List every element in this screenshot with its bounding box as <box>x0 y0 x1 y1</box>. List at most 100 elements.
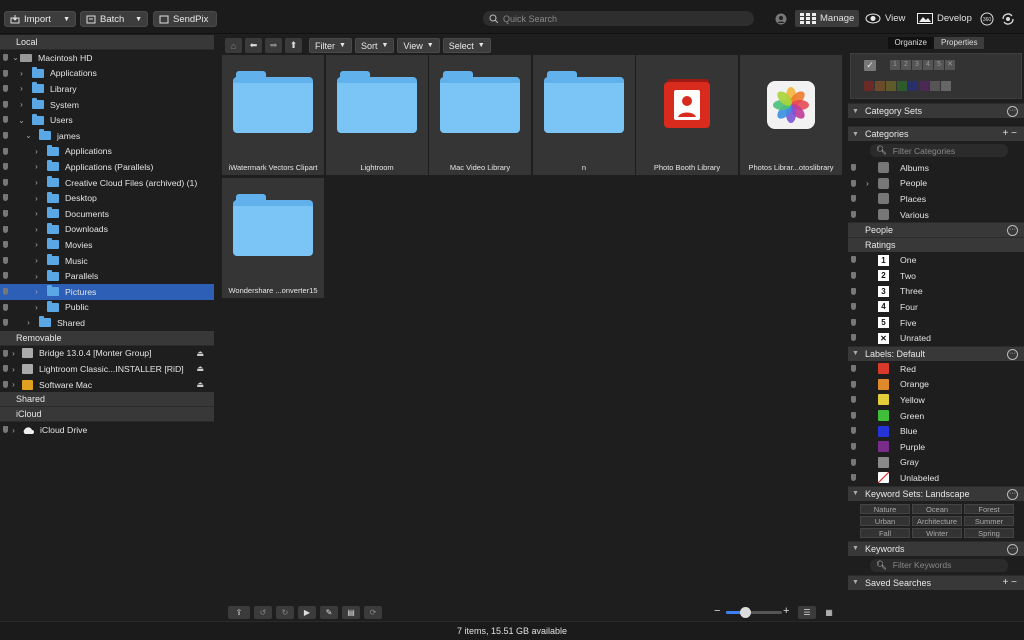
label-item[interactable]: Unlabeled <box>848 470 1024 486</box>
tree-item-system[interactable]: › System <box>0 97 214 113</box>
metadata-button[interactable]: ▤ <box>342 605 360 619</box>
tree-item-applications[interactable]: › Applications <box>0 66 214 82</box>
unrated-icon[interactable]: ✕ <box>945 60 955 70</box>
more-icon[interactable]: ··· <box>1007 225 1018 237</box>
tree-item-macintosh-hd[interactable]: ⌄ Macintosh HD <box>0 50 214 66</box>
user-icon[interactable] <box>775 13 787 25</box>
sort-button[interactable]: Sort ▼ <box>354 38 395 53</box>
tree-item-software-mac[interactable]: › Software Mac ⏏ <box>0 377 214 393</box>
eject-icon[interactable]: ⏏ <box>196 349 204 358</box>
label-swatch-none[interactable] <box>941 81 951 91</box>
filter-categories-input[interactable]: 🔍︎ Filter Categories <box>870 144 1008 157</box>
quick-search-input[interactable]: Quick Search <box>483 11 754 26</box>
label-swatch-blue[interactable] <box>908 81 918 91</box>
thumbnail-tile[interactable]: Mac Video Library <box>429 55 531 175</box>
tree-item-movies[interactable]: › Movies <box>0 237 214 253</box>
tree-item-lightroom-installer[interactable]: › Lightroom Classic...INSTALLER [RiD] ⏏ <box>0 361 214 377</box>
tree-item-pictures[interactable]: › Pictures <box>0 283 214 300</box>
refresh-button[interactable]: ⟳ <box>364 605 382 619</box>
add-remove-icon[interactable]: + − <box>1003 577 1017 588</box>
tree-item-applications-parallels[interactable]: › Applications (Parallels) <box>0 159 214 175</box>
back-button[interactable]: ⬅ <box>245 38 262 53</box>
tree-item-parallels[interactable]: › Parallels <box>0 268 214 284</box>
category-item[interactable]: Places <box>848 191 1024 207</box>
rating-digit[interactable]: 2 <box>901 60 911 70</box>
tree-item-desktop[interactable]: › Desktop <box>0 190 214 206</box>
tree-item-user-applications[interactable]: › Applications <box>0 144 214 160</box>
label-item[interactable]: Orange <box>848 377 1024 393</box>
category-item[interactable]: Various <box>848 207 1024 223</box>
more-icon[interactable]: ··· <box>1007 348 1018 360</box>
tree-item-shared-folder[interactable]: › Shared <box>0 315 214 331</box>
section-category-sets[interactable]: ▼ Category Sets ··· <box>848 103 1024 118</box>
rating-digit[interactable]: 3 <box>912 60 922 70</box>
rating-item[interactable]: 2 Two <box>848 268 1024 284</box>
tree-item-downloads[interactable]: › Downloads <box>0 222 214 238</box>
rotate-right-button[interactable]: ↻ <box>276 605 294 619</box>
view-mode-button[interactable]: View <box>860 10 910 27</box>
rating-item[interactable]: 5 Five <box>848 315 1024 331</box>
keyword-button[interactable]: Spring <box>964 527 1014 538</box>
slideshow-button[interactable]: ▶ <box>298 605 316 619</box>
sync-icon[interactable] <box>1000 12 1016 26</box>
label-swatch-green[interactable] <box>897 81 907 91</box>
grid-view-button[interactable]: ▦ <box>820 606 838 619</box>
tree-item-public[interactable]: › Public <box>0 300 214 316</box>
label-item[interactable]: Yellow <box>848 392 1024 408</box>
thumbnail-tile[interactable]: Photos Librar...otoslibrary <box>740 55 842 175</box>
section-removable[interactable]: Removable <box>0 330 214 346</box>
thumbnail-tile[interactable]: Wondershare ...onverter15 <box>222 178 324 298</box>
manage-mode-button[interactable]: Manage <box>795 10 860 27</box>
rating-digit[interactable]: 5 <box>934 60 944 70</box>
label-swatch-red[interactable] <box>864 81 874 91</box>
tree-item-documents[interactable]: › Documents <box>0 206 214 222</box>
category-item[interactable]: › People <box>848 176 1024 192</box>
zoom-in-icon[interactable]: + <box>783 605 789 617</box>
checkbox[interactable] <box>878 193 889 205</box>
eject-icon[interactable]: ⏏ <box>196 364 204 373</box>
more-icon[interactable]: ··· <box>1007 106 1018 117</box>
category-item[interactable]: Albums <box>848 160 1024 176</box>
keyword-button[interactable]: Architecture <box>912 515 962 526</box>
share-button[interactable]: ⇪ <box>228 605 250 619</box>
tree-item-james[interactable]: ⌄ james <box>0 128 214 144</box>
section-people[interactable]: People ··· <box>848 222 1024 238</box>
more-icon[interactable]: ··· <box>1007 543 1018 555</box>
checkbox[interactable] <box>878 177 889 189</box>
tree-item-users[interactable]: ⌄ Users <box>0 112 214 128</box>
label-item[interactable]: Gray <box>848 455 1024 471</box>
keyword-button[interactable]: Summer <box>964 515 1014 526</box>
rating-digit[interactable]: 1 <box>890 60 900 70</box>
eject-icon[interactable]: ⏏ <box>196 380 204 389</box>
section-icloud[interactable]: iCloud <box>0 407 214 423</box>
keyword-button[interactable]: Fall <box>860 527 910 538</box>
select-button[interactable]: Select ▼ <box>442 38 491 53</box>
rating-item[interactable]: 1 One <box>848 252 1024 268</box>
checkbox[interactable] <box>878 162 889 174</box>
up-button[interactable]: ⬆ <box>285 38 302 53</box>
keyword-button[interactable]: Ocean <box>912 503 962 514</box>
keyword-button[interactable]: Nature <box>860 503 910 514</box>
keyword-button[interactable]: Forest <box>964 503 1014 514</box>
thumbnail-tile[interactable]: n <box>533 55 635 175</box>
chevron-right-icon[interactable]: › <box>866 178 869 188</box>
label-swatch-yellow[interactable] <box>886 81 896 91</box>
360-icon[interactable]: 360 <box>980 12 994 26</box>
rating-item[interactable]: ✕ Unrated <box>848 330 1024 346</box>
home-button[interactable]: ⌂ <box>225 38 242 53</box>
rating-digit[interactable]: 4 <box>923 60 933 70</box>
import-button[interactable]: Import ▼ <box>4 11 76 27</box>
section-local[interactable]: Local <box>0 35 214 50</box>
zoom-slider-thumb[interactable] <box>740 607 751 618</box>
forward-button[interactable]: ➡ <box>265 38 282 53</box>
label-item[interactable]: Purple <box>848 439 1024 455</box>
thumbnail-tile[interactable]: Lightroom <box>326 55 428 175</box>
section-shared[interactable]: Shared <box>0 392 214 408</box>
tree-item-creative-cloud-files[interactable]: › Creative Cloud Files (archived) (1) <box>0 175 214 191</box>
keyword-button[interactable]: Winter <box>912 527 962 538</box>
tree-item-bridge[interactable]: › Bridge 13.0.4 [Monter Group] ⏏ <box>0 346 214 362</box>
tree-item-icloud-drive[interactable]: › iCloud Drive <box>0 422 214 438</box>
section-ratings[interactable]: Ratings <box>848 237 1024 253</box>
rotate-left-button[interactable]: ↺ <box>254 605 272 619</box>
batch-button[interactable]: Batch ▼ <box>80 11 148 27</box>
